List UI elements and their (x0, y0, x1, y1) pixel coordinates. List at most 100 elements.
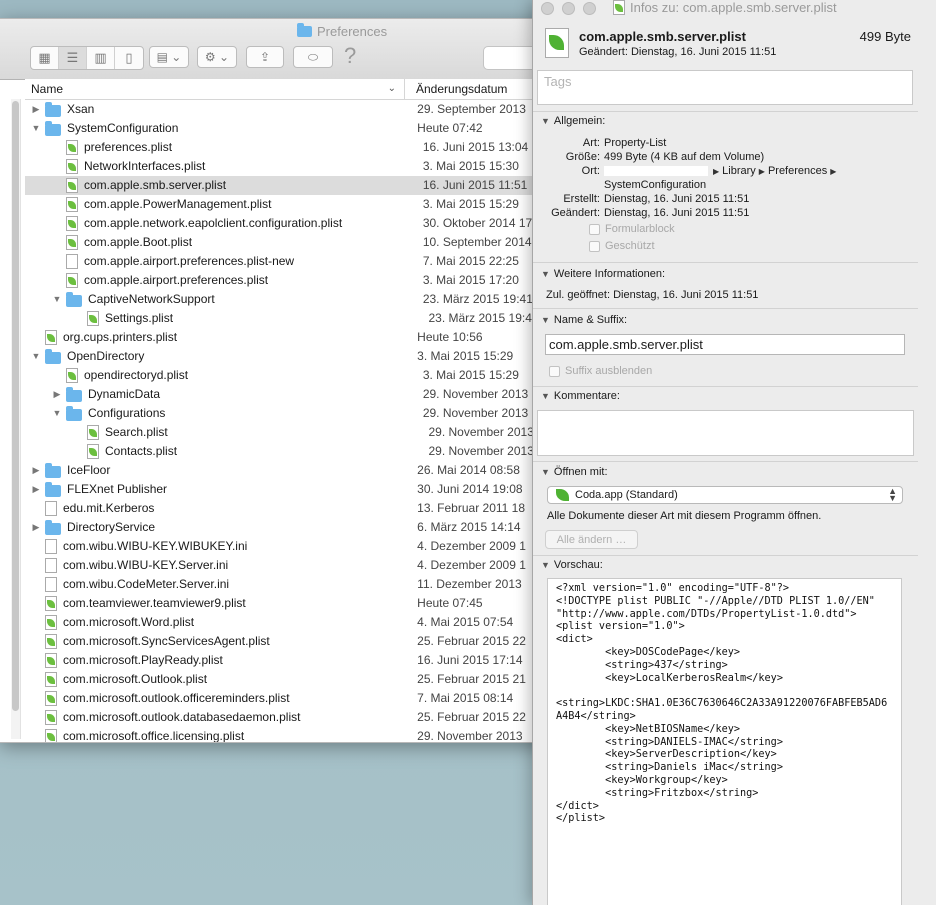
file-row[interactable]: ▼ OpenDirectory 3. Mai 2015 15:29 (25, 347, 555, 366)
file-name: opendirectoryd.plist (84, 368, 189, 382)
file-row[interactable]: com.apple.airport.preferences.plist 3. Ma… (25, 271, 555, 290)
checkbox-icon (589, 223, 600, 235)
plist-file-icon (66, 273, 78, 288)
name-cell: ▼ Configurations (25, 404, 411, 423)
folder-icon (66, 405, 82, 421)
file-row[interactable]: com.wibu.CodeMeter.Server.ini 11. Dezembe… (25, 575, 555, 594)
file-row[interactable]: com.microsoft.PlayReady.plist 16. Juni 20… (25, 651, 555, 670)
name-ext-section-header[interactable]: ▼ Name & Suffix: (541, 314, 627, 326)
preview-section-header[interactable]: ▼ Vorschau: (541, 559, 603, 571)
file-row[interactable]: opendirectoryd.plist 3. Mai 2015 15:29 (25, 366, 555, 385)
scroll-thumb[interactable] (12, 101, 19, 711)
file-row[interactable]: com.microsoft.outlook.officereminders.pl… (25, 689, 555, 708)
help-icon[interactable]: ? (344, 43, 356, 69)
disclosure-open-icon[interactable]: ▼ (31, 347, 41, 366)
share-button[interactable]: ⇪ (246, 46, 284, 68)
file-row[interactable]: Contacts.plist 29. November 2013 (25, 442, 555, 461)
name-cell: ▶ Xsan (25, 100, 405, 119)
cover-flow-icon[interactable]: ▯ (115, 47, 143, 69)
disclosure-closed-icon[interactable]: ▶ (31, 100, 41, 119)
file-row[interactable]: preferences.plist 16. Juni 2015 13:04 (25, 138, 555, 157)
file-name: Contacts.plist (105, 444, 178, 458)
file-row[interactable]: Search.plist 29. November 2013 (25, 423, 555, 442)
name-cell: com.microsoft.Outlook.plist (25, 670, 405, 689)
file-row[interactable]: ▼ CaptiveNetworkSupport 23. März 2015 19:4… (25, 290, 555, 309)
column-view-icon[interactable]: ▥ (87, 47, 115, 69)
info-scrollbar[interactable] (923, 578, 933, 905)
sidebar-scrollbar[interactable] (11, 99, 21, 739)
where-row: Ort: ▶ Library ▶ Preferences ▶ (582, 165, 839, 177)
zoom-button[interactable] (583, 1, 596, 15)
disclosure-open-icon[interactable]: ▼ (52, 404, 62, 423)
open-with-section-header[interactable]: ▼ Öffnen mit: (541, 466, 608, 478)
locked-checkbox[interactable]: Geschützt (589, 240, 655, 252)
comments-section-header[interactable]: ▼ Kommentare: (541, 390, 620, 402)
folder-icon (45, 462, 61, 478)
file-row[interactable]: ▼ SystemConfiguration Heute 07:42 (25, 119, 555, 138)
file-row[interactable]: ▶ DirectoryService 6. März 2015 14:14 (25, 518, 555, 537)
preview-pane[interactable]: <?xml version="1.0" encoding="UTF-8"?> <… (547, 578, 902, 905)
file-row[interactable]: ▶ DynamicData 29. November 2013 (25, 385, 555, 404)
file-row[interactable]: com.microsoft.Outlook.plist 25. Februar 2… (25, 670, 555, 689)
document-icon (45, 501, 57, 516)
tags-button[interactable]: ⬭ (293, 46, 333, 68)
file-row[interactable]: org.cups.printers.plist Heute 10:56 (25, 328, 555, 347)
file-row[interactable]: com.microsoft.outlook.databasedaemon.pli… (25, 708, 555, 727)
disclosure-closed-icon[interactable]: ▶ (31, 480, 41, 499)
finder-toolbar: Preferences ▦ ☰ ▥ ▯ ▤ ⌄ ⚙ ⌄ ⇪ ⬭ ? (0, 19, 555, 80)
divider (533, 308, 918, 309)
icon-view-icon[interactable]: ▦ (31, 47, 59, 69)
folder-icon (45, 120, 61, 136)
hide-extension-checkbox[interactable]: Suffix ausblenden (549, 365, 652, 377)
file-row[interactable]: com.apple.PowerManagement.plist 3. Mai 20… (25, 195, 555, 214)
plist-file-icon (45, 615, 57, 630)
last-opened-label: Zul. geöffnet: (546, 289, 611, 301)
file-row[interactable]: ▶ IceFloor 26. Mai 2014 08:58 (25, 461, 555, 480)
file-name: com.microsoft.SyncServicesAgent.plist (63, 634, 270, 648)
disclosure-closed-icon[interactable]: ▶ (52, 385, 62, 404)
close-button[interactable] (541, 1, 554, 15)
name-column-header[interactable]: Name ⌄ (25, 79, 405, 99)
tags-input[interactable]: Tags (537, 70, 913, 105)
file-row[interactable]: com.microsoft.SyncServicesAgent.plist 25.… (25, 632, 555, 651)
file-row[interactable]: Settings.plist 23. März 2015 19:41 (25, 309, 555, 328)
file-row[interactable]: com.wibu.WIBU-KEY.WIBUKEY.ini 4. Dezember… (25, 537, 555, 556)
disclosure-open-icon[interactable]: ▼ (52, 290, 62, 309)
list-view-icon[interactable]: ☰ (59, 47, 87, 69)
file-row[interactable]: com.apple.network.eapolclient.configurat… (25, 214, 555, 233)
file-row[interactable]: com.wibu.WIBU-KEY.Server.ini 4. Dezember … (25, 556, 555, 575)
change-all-button[interactable]: Alle ändern … (545, 530, 638, 549)
file-row[interactable]: com.apple.Boot.plist 10. September 2014 (25, 233, 555, 252)
disclosure-closed-icon[interactable]: ▶ (31, 461, 41, 480)
file-row[interactable]: com.apple.airport.preferences.plist-new 7… (25, 252, 555, 271)
change-all-label: Alle ändern … (556, 533, 627, 546)
preview-header-text: Vorschau: (553, 559, 603, 571)
file-row[interactable]: com.apple.smb.server.plist 16. Juni 2015 … (25, 176, 555, 195)
name-ext-input[interactable]: com.apple.smb.server.plist (545, 334, 905, 355)
comments-textarea[interactable] (537, 410, 914, 456)
info-titlebar: Infos zu: com.apple.smb.server.plist (533, 0, 936, 16)
date-column-header[interactable]: Änderungsdatum (405, 79, 507, 99)
file-row[interactable]: NetworkInterfaces.plist 3. Mai 2015 15:30 (25, 157, 555, 176)
arrange-button[interactable]: ▤ ⌄ (149, 46, 189, 68)
locked-label: Geschützt (605, 240, 655, 252)
more-info-section-header[interactable]: ▼ Weitere Informationen: (541, 268, 665, 280)
disclosure-closed-icon[interactable]: ▶ (31, 518, 41, 537)
path-arrow-icon: ▶ (713, 167, 720, 176)
file-row[interactable]: ▶ FLEXnet Publisher 30. Juni 2014 19:08 (25, 480, 555, 499)
stationery-checkbox[interactable]: Formularblock (589, 223, 675, 235)
disclosure-open-icon[interactable]: ▼ (31, 119, 41, 138)
file-row[interactable]: ▶ Xsan 29. September 2013 (25, 100, 555, 119)
minimize-button[interactable] (562, 1, 575, 15)
open-with-select[interactable]: Coda.app (Standard) ▲ ▼ (547, 486, 903, 504)
file-row[interactable]: com.microsoft.office.licensing.plist 29. … (25, 727, 555, 743)
file-row[interactable]: com.microsoft.Word.plist 4. Mai 2015 07:5… (25, 613, 555, 632)
action-button[interactable]: ⚙ ⌄ (197, 46, 237, 68)
name-cell: com.microsoft.office.licensing.plist (25, 727, 405, 743)
name-cell: Search.plist (25, 423, 416, 442)
file-name: com.microsoft.office.licensing.plist (63, 729, 245, 743)
general-section-header[interactable]: ▼ Allgemein: (541, 115, 605, 127)
file-row[interactable]: edu.mit.Kerberos 13. Februar 2011 18 (25, 499, 555, 518)
file-row[interactable]: ▼ Configurations 29. November 2013 (25, 404, 555, 423)
file-row[interactable]: com.teamviewer.teamviewer9.plist Heute 07… (25, 594, 555, 613)
